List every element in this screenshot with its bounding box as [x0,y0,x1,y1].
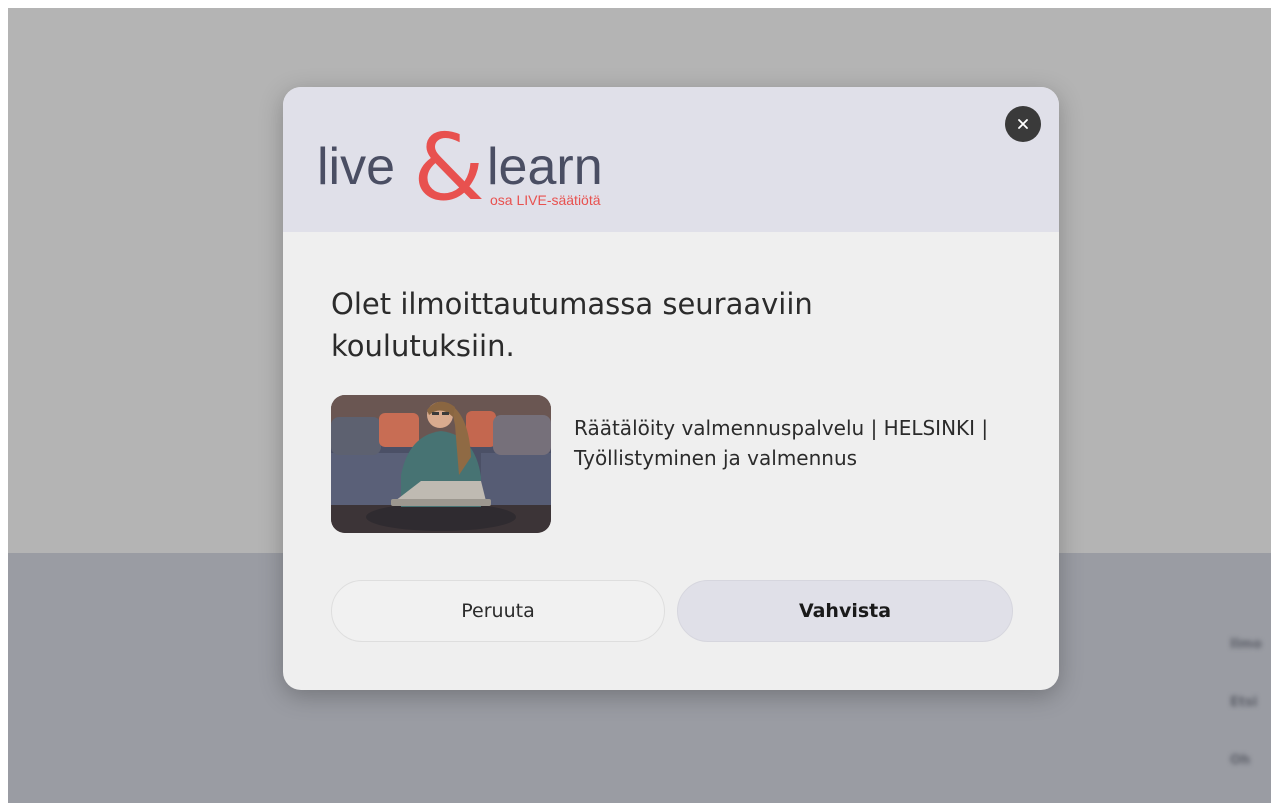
logo-word-learn: learn [487,138,603,196]
course-list-item: Räätälöity valmennuspalvelu | HELSINKI |… [331,395,1021,535]
close-button[interactable] [1005,106,1041,142]
logo-ampersand: & [413,114,485,219]
live-and-learn-logo: live & learn osa LIVE-säätiötä [317,114,603,219]
confirm-button[interactable]: Vahvista [677,580,1013,642]
dialog-header: live & learn osa LIVE-säätiötä [283,87,1059,232]
close-icon [1018,119,1028,129]
enrollment-dialog: live & learn osa LIVE-säätiötä Olet ilmo… [283,87,1059,690]
footer-link-1[interactable]: Ilmo [1230,637,1271,651]
course-title[interactable]: Räätälöity valmennuspalvelu | HELSINKI |… [574,413,994,473]
footer-link-2[interactable]: Etsi [1230,695,1271,709]
cancel-button[interactable]: Peruuta [331,580,665,642]
footer-link-3[interactable]: Oh [1230,753,1271,767]
logo-word-live: live [317,138,395,196]
dialog-title: Olet ilmoittautumassa seuraaviin koulutu… [331,287,813,363]
logo-tagline: osa LIVE-säätiötä [490,192,601,208]
course-thumbnail [331,395,551,533]
